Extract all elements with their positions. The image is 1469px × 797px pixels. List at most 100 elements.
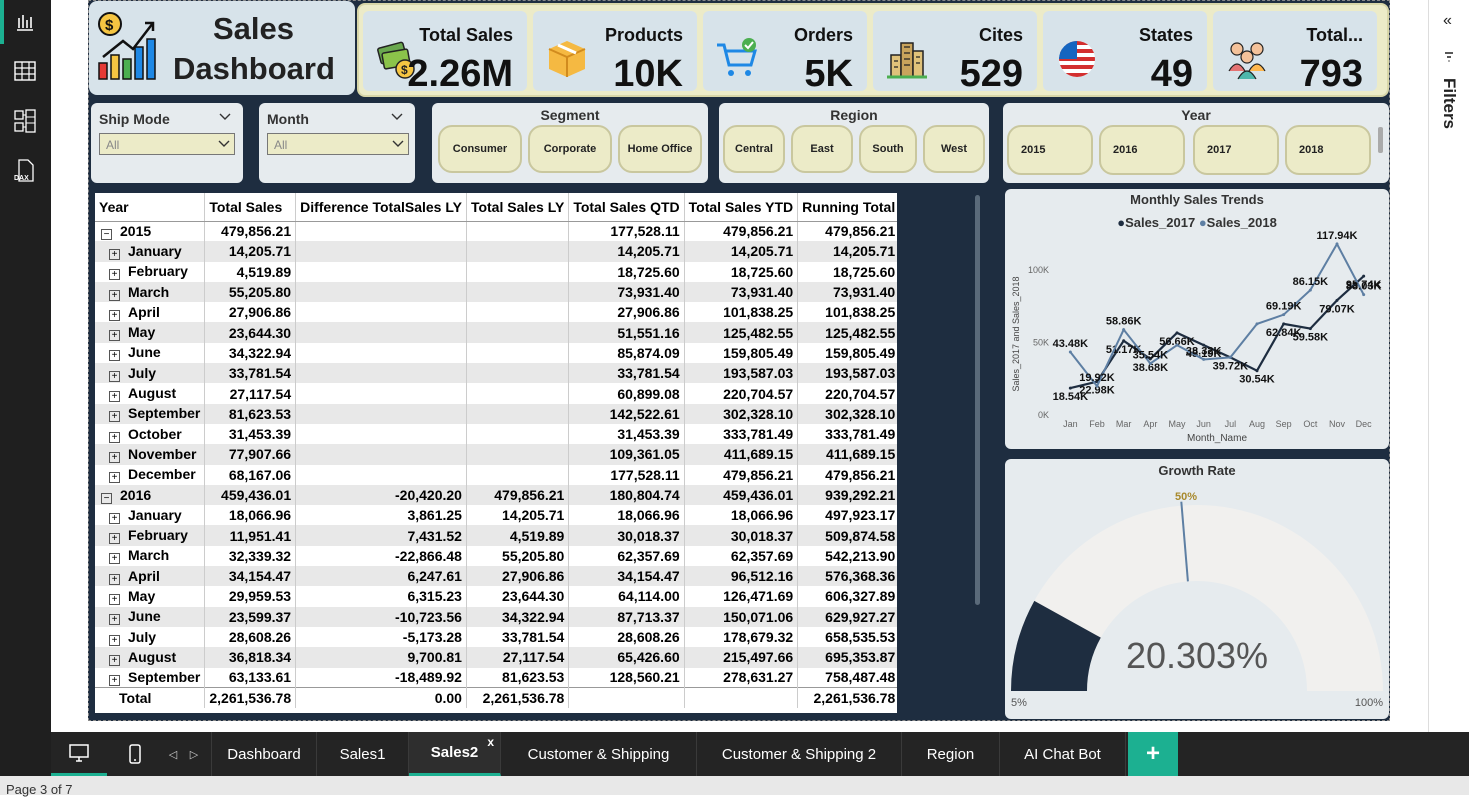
month-row[interactable]: + August 36,818.34 9,700.81 27,117.54 65,426.… [95, 647, 899, 668]
kpi-card-cities[interactable]: Cites 529 [873, 11, 1037, 95]
double-chevron-left-icon[interactable]: « [1443, 12, 1452, 30]
matrix-scrollbar[interactable] [975, 195, 980, 605]
expand-icon[interactable]: + [109, 370, 120, 382]
month-row[interactable]: + March 55,205.80 73,931.40 73,931.40 73,931.… [95, 281, 899, 303]
header-cell[interactable]: Total Sales LY [466, 193, 570, 222]
collapse-icon[interactable]: − [101, 492, 112, 504]
row-label[interactable]: + September [95, 667, 206, 688]
row-label[interactable]: + August [95, 647, 206, 668]
row-label[interactable]: + September [95, 403, 206, 424]
tab-close-icon[interactable]: x [487, 735, 494, 749]
mobile-view-icon[interactable] [107, 732, 163, 776]
year-option-2015[interactable]: 2015 [1007, 125, 1093, 175]
desktop-view-icon[interactable] [51, 732, 107, 776]
expand-icon[interactable]: + [109, 431, 120, 443]
model-view-icon[interactable] [12, 108, 38, 134]
tab-ai-chat-bot[interactable]: AI Chat Bot [1000, 732, 1126, 776]
row-label[interactable]: + October [95, 423, 206, 445]
row-label[interactable]: + November [95, 444, 206, 465]
month-row[interactable]: + May 23,644.30 51,551.16 125,482.55 125,482.… [95, 322, 899, 343]
month-row[interactable]: + July 28,608.26 -5,173.28 33,781.54 28,608.2… [95, 626, 899, 648]
expand-icon[interactable]: + [109, 614, 120, 626]
month-row[interactable]: + October 31,453.39 31,453.39 333,781.49 333,… [95, 423, 899, 445]
row-label[interactable]: + January [95, 241, 206, 262]
expand-icon[interactable]: + [109, 472, 120, 484]
expand-icon[interactable]: + [109, 269, 120, 281]
header-cell[interactable]: Year [95, 193, 206, 222]
row-label[interactable]: + February [95, 261, 206, 282]
month-row[interactable]: + February 11,951.41 7,431.52 4,519.89 30,018… [95, 525, 899, 546]
kpi-card-total-customers[interactable]: Total... 793 [1213, 11, 1377, 95]
tab-sales1[interactable]: Sales1 [317, 732, 409, 776]
expand-icon[interactable]: + [109, 674, 120, 686]
region-option-south[interactable]: South [859, 125, 917, 173]
month-row[interactable]: + January 14,205.71 14,205.71 14,205.71 14,20… [95, 241, 899, 262]
tab-dashboard[interactable]: Dashboard [211, 732, 317, 776]
year-option-2018[interactable]: 2018 [1285, 125, 1371, 175]
region-option-east[interactable]: East [791, 125, 853, 173]
expand-icon[interactable]: + [109, 634, 120, 646]
collapse-icon[interactable]: − [101, 228, 112, 240]
expand-icon[interactable]: + [109, 391, 120, 403]
expand-icon[interactable]: + [109, 533, 120, 545]
expand-icon[interactable]: + [109, 248, 120, 260]
month-row[interactable]: + November 77,907.66 109,361.05 411,689.15 41… [95, 444, 899, 465]
header-cell[interactable]: Total Sales [204, 193, 297, 222]
header-cell[interactable]: Difference TotalSales LY [295, 193, 467, 222]
row-label[interactable]: + June [95, 606, 206, 627]
ship-mode-dropdown[interactable]: All [99, 133, 235, 155]
row-label[interactable]: + April [95, 302, 206, 323]
month-row[interactable]: + December 68,167.06 177,528.11 479,856.21 47… [95, 464, 899, 485]
expand-icon[interactable]: + [109, 350, 120, 362]
row-label[interactable]: + March [95, 281, 206, 303]
tab-customer-shipping-2[interactable]: Customer & Shipping 2 [697, 732, 902, 776]
slicer-scrollbar[interactable] [1378, 127, 1383, 153]
month-row[interactable]: + September 81,623.53 142,522.61 302,328.10 3… [95, 403, 899, 424]
header-cell[interactable]: Running Total [797, 193, 899, 222]
expand-icon[interactable]: + [109, 654, 120, 666]
year-option-2017[interactable]: 2017 [1193, 125, 1279, 175]
chevron-down-icon[interactable] [219, 113, 231, 121]
month-row[interactable]: + June 34,322.94 85,874.09 159,805.49 159,805… [95, 342, 899, 364]
row-label[interactable]: + April [95, 566, 206, 587]
table-view-icon[interactable] [12, 58, 38, 84]
report-view-icon[interactable] [12, 9, 38, 35]
year-row[interactable]: −2015 479,856.21 177,528.11 479,856.21 479,8… [95, 221, 899, 242]
row-label[interactable]: −2016 [95, 484, 206, 506]
chevron-down-icon[interactable] [391, 113, 403, 121]
filters-label[interactable]: Filters [1439, 78, 1459, 129]
kpi-card-total-sales[interactable]: $ Total Sales 2.26M [363, 11, 527, 95]
row-label[interactable]: + June [95, 342, 206, 364]
header-cell[interactable]: Total Sales QTD [568, 193, 685, 222]
row-label[interactable]: + May [95, 322, 206, 343]
dax-query-icon[interactable]: DAX [12, 158, 38, 184]
row-label[interactable]: −2015 [95, 221, 206, 242]
tab-region[interactable]: Region [902, 732, 1000, 776]
segment-option-consumer[interactable]: Consumer [438, 125, 522, 173]
tab-prev-icon[interactable]: ◁ [163, 732, 183, 776]
year-option-2016[interactable]: 2016 [1099, 125, 1185, 175]
header-cell[interactable]: Total Sales YTD [684, 193, 799, 222]
add-page-button[interactable]: + [1128, 732, 1178, 776]
month-dropdown[interactable]: All [267, 133, 409, 155]
row-label[interactable]: + May [95, 586, 206, 607]
expand-icon[interactable]: + [109, 451, 120, 463]
month-row[interactable]: + February 4,519.89 18,725.60 18,725.60 18,72… [95, 261, 899, 282]
year-row[interactable]: −2016 459,436.01 -20,420.20 479,856.21 180,8… [95, 484, 899, 506]
month-row[interactable]: + January 18,066.96 3,861.25 14,205.71 18,066… [95, 505, 899, 526]
row-label[interactable]: + December [95, 464, 206, 485]
row-label[interactable]: + July [95, 626, 206, 648]
expand-icon[interactable]: + [109, 309, 120, 321]
row-label[interactable]: + February [95, 525, 206, 546]
month-row[interactable]: + March 32,339.32 -22,866.48 55,205.80 62,357… [95, 545, 899, 567]
month-row[interactable]: + May 29,959.53 6,315.23 23,644.30 64,114.00 1… [95, 586, 899, 607]
row-label[interactable]: + July [95, 363, 206, 384]
row-label[interactable]: + August [95, 383, 206, 404]
tab-next-icon[interactable]: ▷ [183, 732, 205, 776]
tab-customer-shipping[interactable]: Customer & Shipping [501, 732, 697, 776]
expand-icon[interactable]: + [109, 553, 120, 565]
expand-icon[interactable]: + [109, 593, 120, 605]
kpi-card-products[interactable]: Products 10K [533, 11, 697, 95]
kpi-card-orders[interactable]: Orders 5K [703, 11, 867, 95]
month-row[interactable]: + April 27,906.86 27,906.86 101,838.25 101,83… [95, 302, 899, 323]
